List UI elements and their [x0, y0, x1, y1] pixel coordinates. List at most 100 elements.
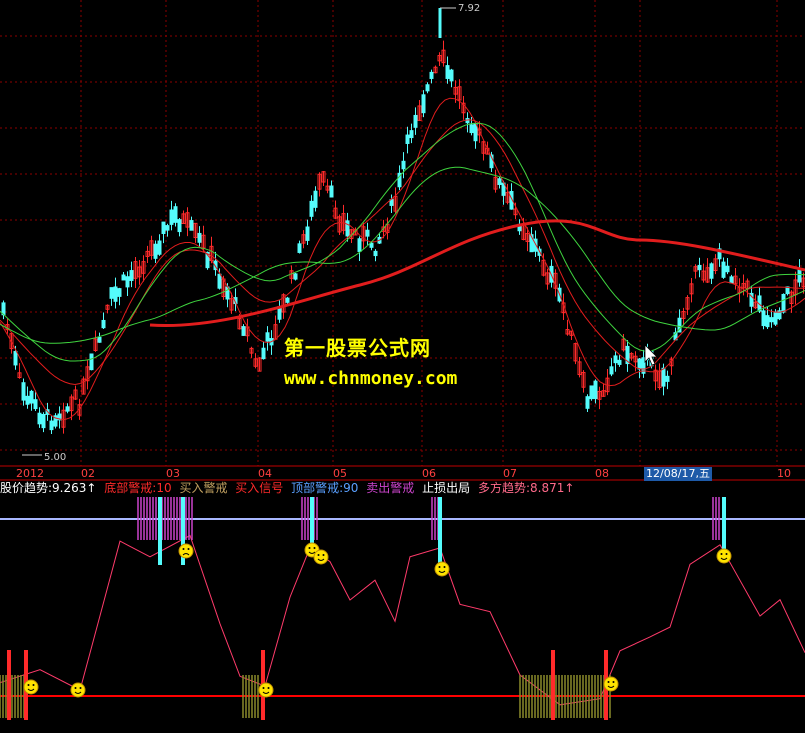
candle-body [429, 71, 434, 79]
candle-body [125, 276, 130, 288]
face-eye [720, 553, 723, 555]
candle-body [729, 276, 734, 284]
candle-body [661, 367, 666, 387]
candle-body [65, 406, 70, 412]
buy-signal-bar [7, 650, 11, 720]
x-axis-label: 2012 [16, 467, 44, 480]
candle-body [369, 242, 374, 248]
legend-buy-signal: 买入信号 [235, 481, 284, 495]
candle-body [465, 118, 470, 124]
candle-body [609, 366, 614, 375]
candle-body [217, 273, 222, 289]
candle-body [161, 221, 166, 234]
candle-body [589, 385, 594, 400]
candle-body [25, 395, 30, 405]
candle-body [97, 337, 102, 343]
candle-body [613, 355, 618, 364]
candle-body [401, 160, 406, 170]
candle-body [773, 311, 778, 325]
ma-line-thick [149, 219, 805, 328]
x-axis-label: 06 [422, 467, 436, 480]
candle-body [409, 130, 414, 139]
x-axis-label: 08 [595, 467, 609, 480]
candle-body [765, 315, 770, 328]
x-axis-label: 03 [166, 467, 180, 480]
candle-body [121, 274, 126, 281]
candle-body [365, 229, 370, 237]
candle-body [189, 220, 194, 231]
face-eye [313, 547, 316, 549]
face-eye [607, 681, 610, 683]
candle-body [357, 238, 362, 252]
stock-chart[interactable]: 7.92 5.00 2012 02 03 04 05 06 07 08 10 1… [0, 0, 805, 729]
candle-body [769, 317, 774, 323]
candle-body [305, 226, 310, 241]
legend-sell-warning: 卖出警戒 [366, 481, 415, 495]
candle-body [293, 273, 298, 280]
face-eye [725, 553, 728, 555]
face-eye [27, 684, 30, 686]
candle-body [49, 420, 54, 431]
face-eye [612, 681, 615, 683]
candle-body [469, 124, 474, 134]
candle-body [405, 134, 410, 144]
legend-top-warning: 顶部警戒:90 [291, 481, 359, 495]
candle-body [761, 310, 766, 327]
x-axis-label: 07 [503, 467, 517, 480]
face-eye [438, 566, 441, 568]
candle-body [373, 250, 378, 257]
ma-line [0, 122, 805, 362]
candle-body [21, 382, 26, 401]
candle-body [721, 261, 726, 278]
candle-body [665, 375, 670, 382]
x-axis-label: 02 [81, 467, 95, 480]
smile-face-icon [23, 679, 39, 695]
candle-body [725, 265, 730, 273]
low-price-label: 5.00 [44, 452, 67, 463]
candle-body [153, 243, 158, 259]
candle-body [129, 270, 134, 281]
candle-body [33, 399, 38, 410]
candle-body [473, 123, 478, 142]
candle-body [29, 390, 34, 404]
sad-face-icon [178, 543, 194, 559]
candle-body [309, 200, 314, 217]
candle-body [449, 69, 454, 82]
watermark-url: www.chnmoney.com [284, 368, 458, 389]
smile-face-icon [70, 682, 86, 698]
legend-bull-trend: 多方趋势:8.871↑ [477, 481, 575, 495]
candle-body [297, 243, 302, 253]
candle-body [241, 326, 246, 336]
cursor-date-badge: 12/08/17,五 [644, 467, 712, 481]
face-eye [443, 566, 446, 568]
indicator-legend: 股价趋势:9.263↑ 底部警戒:10 买入警戒 买入信号 顶部警戒:90 卖出… [0, 480, 578, 496]
chart-canvas[interactable] [0, 0, 805, 729]
candle-body [617, 359, 622, 365]
candle-body [797, 268, 802, 283]
candle-body [109, 287, 114, 299]
face-eye [74, 687, 77, 689]
legend-buy-warning: 买入警戒 [179, 481, 228, 495]
candle-body [89, 353, 94, 371]
candle-body [177, 219, 182, 233]
candle-body [169, 209, 174, 225]
face-eye [182, 548, 185, 550]
candle-body [313, 190, 318, 208]
smile-face-icon [258, 682, 274, 698]
candle-body [13, 351, 18, 366]
candle-body [261, 347, 266, 360]
ma-line [0, 166, 805, 344]
face-eye [187, 548, 190, 550]
mouse-cursor-icon [644, 344, 658, 366]
watermark-title: 第一股票公式网 [284, 336, 431, 360]
candle-body [497, 178, 502, 185]
legend-trend: 股价趋势:9.263↑ [0, 481, 97, 495]
candle-body [709, 263, 714, 279]
trend-line [0, 534, 805, 706]
smile-face-icon [603, 676, 619, 692]
smile-face-icon [716, 548, 732, 564]
face-eye [262, 687, 265, 689]
candle-body [117, 288, 122, 297]
legend-bottom-warning: 底部警戒:10 [104, 481, 172, 495]
face-eye [32, 684, 35, 686]
